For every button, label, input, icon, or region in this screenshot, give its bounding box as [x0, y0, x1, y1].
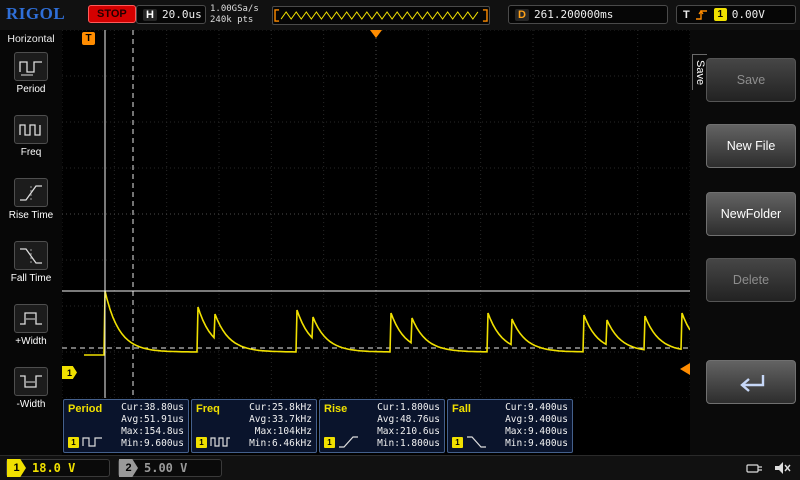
oscilloscope-screen: RIGOL STOP H 20.0us 1.00GSa/s 240k pts D… [0, 0, 800, 480]
timebase-value: 20.0us [161, 8, 202, 21]
left-menu: Horizontal Period Freq Rise Time Fall Ti… [0, 30, 63, 455]
new-file-button[interactable]: New File [706, 124, 796, 168]
meas-avg: Avg:33.7kHz [249, 414, 312, 425]
period-measure-icon: 1 [68, 435, 114, 449]
measurement-name: Fall [452, 403, 471, 415]
meas-cur: Cur:38.80us [121, 402, 184, 413]
minus-width-icon [14, 367, 48, 396]
rising-edge-icon [695, 9, 707, 20]
left-menu-label: -Width [16, 399, 46, 410]
measurement-row: Period 1 Cur:38.80us Avg:51.91us Max:154… [63, 399, 690, 455]
meas-max: Max:104kHz [254, 426, 312, 437]
speaker-mute-icon[interactable] [774, 460, 792, 476]
timebase-label: H [143, 8, 157, 21]
rise-measure-icon: 1 [324, 435, 370, 449]
delay-readout[interactable]: D 261.200000ms [508, 5, 668, 24]
left-menu-label: +Width [15, 336, 47, 347]
meas-min: Min:1.800us [377, 438, 440, 449]
channel-badge: 1 [196, 436, 207, 448]
waveform-display[interactable]: T 1 Period 1 Cur:38.80us Avg:51.91us Max… [62, 30, 690, 455]
trigger-source-badge: 1 [713, 8, 727, 21]
horizontal-timebase[interactable]: H 20.0us [136, 5, 206, 24]
meas-avg: Avg:9.400us [505, 414, 568, 425]
channel1-tag: 1 [7, 459, 26, 477]
freq-icon [14, 115, 48, 144]
meas-cur: Cur:1.800us [377, 402, 440, 413]
fall-measure-icon: 1 [452, 435, 498, 449]
left-menu-title: Horizontal [7, 33, 55, 45]
left-menu-item-period[interactable]: Period [0, 52, 62, 108]
meas-max: Max:9.400us [505, 426, 568, 437]
rigol-logo: RIGOL [6, 4, 66, 23]
meas-avg: Avg:51.91us [121, 414, 184, 425]
measurement-name: Rise [324, 403, 348, 415]
channel-badge: 1 [324, 436, 335, 448]
left-menu-item-neg-width[interactable]: -Width [0, 367, 62, 423]
measurement-panel-freq[interactable]: Freq 1 Cur:25.8kHz Avg:33.7kHz Max:104kH… [191, 399, 317, 453]
measurement-panel-period[interactable]: Period 1 Cur:38.80us Avg:51.91us Max:154… [63, 399, 189, 453]
meas-max: Max:210.6us [377, 426, 440, 437]
left-menu-item-pos-width[interactable]: +Width [0, 304, 62, 360]
meas-cur: Cur:25.8kHz [249, 402, 312, 413]
menu-tab-save: Save [692, 54, 707, 91]
left-menu-label: Rise Time [8, 210, 54, 221]
trigger-label: T [683, 8, 690, 21]
measurement-values: Cur:1.800us Avg:48.76us Max:210.6us Min:… [370, 402, 440, 449]
waveform-preview[interactable] [272, 6, 490, 25]
return-arrow-icon [740, 375, 765, 392]
rise-time-icon [14, 178, 48, 207]
left-menu-item-freq[interactable]: Freq [0, 115, 62, 171]
trigger-level-value: 0.00V [731, 8, 765, 21]
period-icon [14, 52, 48, 81]
measurement-panel-fall[interactable]: Fall 1 Cur:9.400us Avg:9.400us Max:9.400… [447, 399, 573, 453]
new-folder-button[interactable]: NewFolder [706, 192, 796, 236]
left-menu-item-rise-time[interactable]: Rise Time [0, 178, 62, 234]
channel1-status[interactable]: 1 18.0 V [6, 459, 110, 477]
memory-depth: 240k pts [210, 15, 254, 25]
meas-min: Min:6.46kHz [249, 438, 312, 449]
measurement-values: Cur:25.8kHz Avg:33.7kHz Max:104kHz Min:6… [242, 402, 312, 449]
meas-avg: Avg:48.76us [377, 414, 440, 425]
trigger-level-marker[interactable] [680, 363, 690, 375]
measurement-panel-rise[interactable]: Rise 1 Cur:1.800us Avg:48.76us Max:210.6… [319, 399, 445, 453]
meas-cur: Cur:9.400us [505, 402, 568, 413]
left-menu-label: Period [16, 84, 46, 95]
measurement-values: Cur:38.80us Avg:51.91us Max:154.8us Min:… [114, 402, 184, 449]
channel2-scale: 5.00 V [144, 461, 188, 475]
channel-badge: 1 [68, 436, 79, 448]
usb-icon [746, 464, 762, 473]
plus-width-icon [14, 304, 48, 333]
run-state-badge[interactable]: STOP [88, 5, 136, 23]
channel-badge: 1 [452, 436, 463, 448]
meas-max: Max:154.8us [121, 426, 184, 437]
sample-rate: 1.00GSa/s [210, 4, 259, 14]
freq-measure-icon: 1 [196, 435, 242, 449]
save-button[interactable]: Save [706, 58, 796, 102]
meas-min: Min:9.600us [121, 438, 184, 449]
trigger-delay-marker[interactable]: T [82, 32, 95, 45]
left-menu-label: Freq [20, 147, 42, 158]
acquisition-info: 1.00GSa/s 240k pts [210, 4, 259, 26]
scope-grid [62, 30, 690, 398]
right-menu: Save Save New File NewFolder Delete [690, 30, 800, 455]
back-button[interactable] [706, 360, 796, 404]
channel1-scale: 18.0 V [32, 461, 76, 475]
measurement-name: Freq [196, 403, 220, 415]
delete-button[interactable]: Delete [706, 258, 796, 302]
trigger-readout[interactable]: T 1 0.00V [676, 5, 796, 24]
measurement-values: Cur:9.400us Avg:9.400us Max:9.400us Min:… [498, 402, 568, 449]
left-menu-label: Fall Time [10, 273, 52, 284]
delay-value: 261.200000ms [533, 8, 614, 21]
channel2-status[interactable]: 2 5.00 V [118, 459, 222, 477]
fall-time-icon [14, 241, 48, 270]
meas-min: Min:9.400us [505, 438, 568, 449]
channel2-tag: 2 [119, 459, 138, 477]
measurement-name: Period [68, 403, 103, 415]
left-menu-item-fall-time[interactable]: Fall Time [0, 241, 62, 297]
trigger-position-marker[interactable] [370, 30, 382, 38]
bottom-bar: 1 18.0 V 2 5.00 V [0, 455, 800, 480]
top-bar: RIGOL STOP H 20.0us 1.00GSa/s 240k pts D… [0, 0, 800, 31]
delay-label: D [515, 8, 529, 21]
preview-waveform-icon [274, 9, 488, 22]
